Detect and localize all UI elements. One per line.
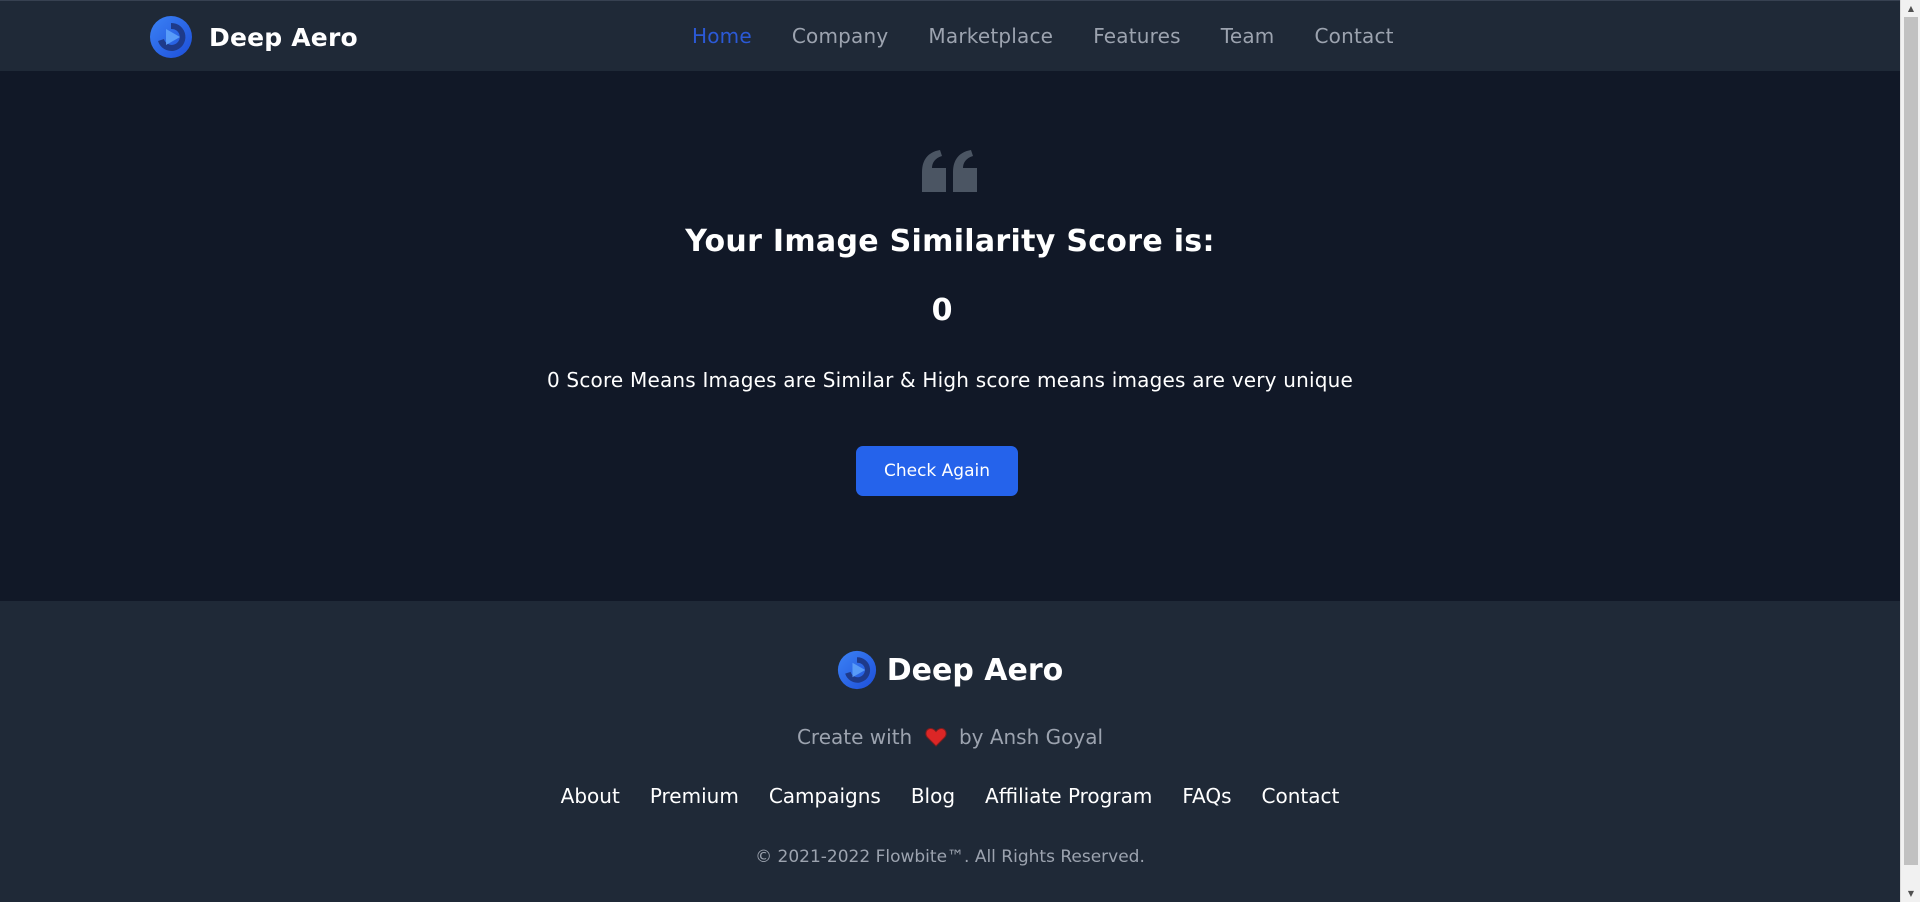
main-nav: Home Company Marketplace Features Team C… bbox=[692, 23, 1434, 49]
made-with-text: Create with by Ansh Goyal bbox=[0, 725, 1900, 749]
nav-contact[interactable]: Contact bbox=[1314, 23, 1393, 49]
made-with-suffix: by Ansh Goyal bbox=[958, 725, 1104, 749]
footer-brand-name: Deep Aero bbox=[886, 652, 1064, 688]
score-value: 0 bbox=[931, 293, 953, 328]
footer-link-faqs[interactable]: FAQs bbox=[1182, 784, 1231, 808]
scroll-up-arrow-icon[interactable]: ▲ bbox=[1901, 0, 1920, 17]
brand-link[interactable]: Deep Aero bbox=[149, 15, 358, 59]
copyright: © 2021-2022 Flowbite™. All Rights Reserv… bbox=[755, 847, 1145, 867]
footer-link-affiliate-program[interactable]: Affiliate Program bbox=[985, 784, 1152, 808]
footer: Deep Aero Create with by Ansh Goyal Abou… bbox=[0, 601, 1900, 902]
footer-brand[interactable]: Deep Aero bbox=[0, 650, 1900, 690]
score-title: Your Image Similarity Score is: bbox=[685, 224, 1215, 259]
footer-link-campaigns[interactable]: Campaigns bbox=[769, 784, 881, 808]
quote-icon bbox=[922, 150, 977, 192]
nav-features[interactable]: Features bbox=[1093, 23, 1181, 49]
result-section: Your Image Similarity Score is: 0 0 Scor… bbox=[0, 71, 1900, 601]
navbar: Deep Aero Home Company Marketplace Featu… bbox=[0, 0, 1900, 71]
brand-name: Deep Aero bbox=[209, 22, 358, 52]
vertical-scrollbar[interactable]: ▲ ▼ bbox=[1900, 0, 1920, 902]
footer-link-premium[interactable]: Premium bbox=[650, 784, 739, 808]
score-description: 0 Score Means Images are Similar & High … bbox=[546, 368, 1354, 392]
footer-link-contact[interactable]: Contact bbox=[1262, 784, 1340, 808]
logo-icon bbox=[150, 16, 192, 58]
footer-logo-icon bbox=[837, 650, 876, 690]
nav-marketplace[interactable]: Marketplace bbox=[928, 23, 1053, 49]
footer-link-blog[interactable]: Blog bbox=[911, 784, 955, 808]
check-again-button[interactable]: Check Again bbox=[856, 446, 1018, 496]
nav-team[interactable]: Team bbox=[1221, 23, 1275, 49]
nav-home[interactable]: Home bbox=[692, 23, 752, 49]
footer-link-about[interactable]: About bbox=[561, 784, 620, 808]
page: Deep Aero Home Company Marketplace Featu… bbox=[0, 0, 1900, 902]
heart-icon bbox=[925, 728, 947, 747]
footer-links: About Premium Campaigns Blog Affiliate P… bbox=[0, 784, 1900, 808]
made-with-prefix: Create with bbox=[796, 725, 913, 749]
scrollbar-thumb[interactable] bbox=[1904, 17, 1918, 865]
scroll-down-arrow-icon[interactable]: ▼ bbox=[1901, 885, 1920, 902]
nav-company[interactable]: Company bbox=[792, 23, 889, 49]
